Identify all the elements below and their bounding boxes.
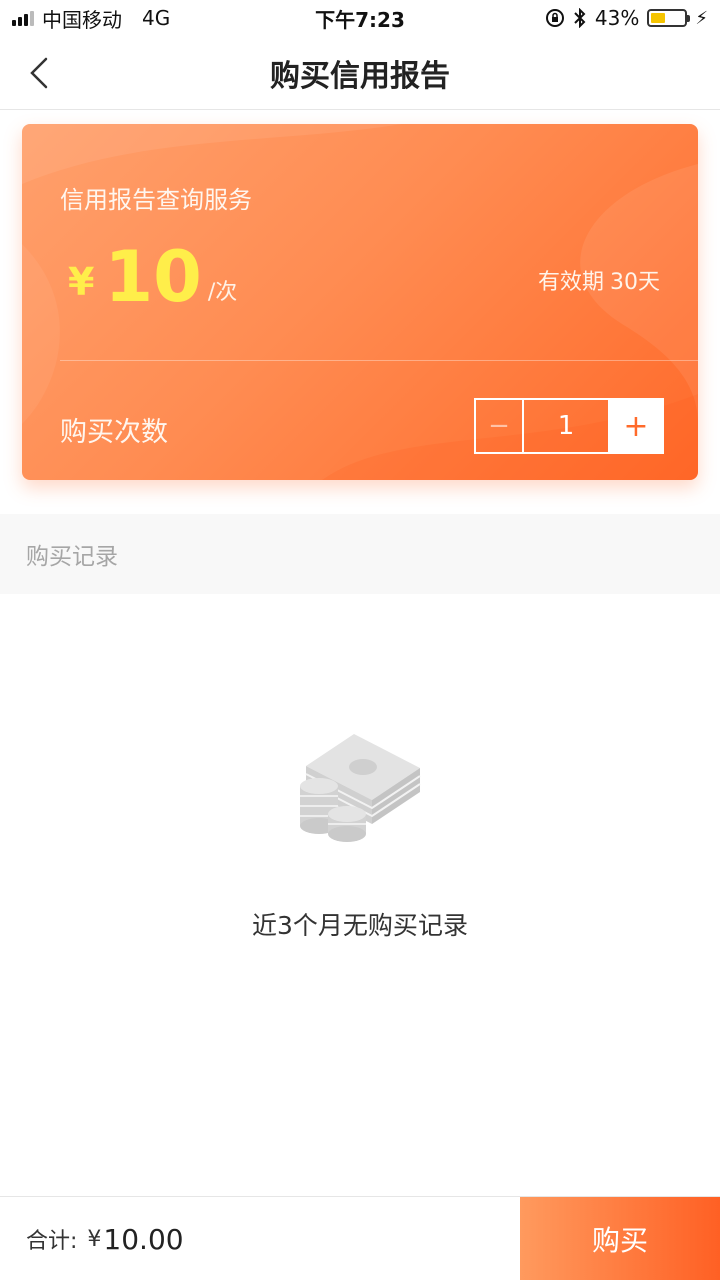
back-button[interactable]	[22, 56, 56, 90]
money-stack-icon	[300, 734, 421, 842]
card-divider	[60, 360, 698, 361]
quantity-label: 购买次数	[60, 417, 168, 448]
status-right: 43% ⚡	[545, 6, 708, 30]
validity-value: 30天	[610, 270, 660, 295]
buy-button[interactable]: 购买	[520, 1197, 720, 1280]
service-title: 信用报告查询服务	[60, 186, 252, 214]
nav-bar: 购买信用报告	[0, 36, 720, 110]
carrier-label: 中国移动	[42, 7, 122, 32]
battery-fill	[651, 13, 666, 23]
decrement-button[interactable]: −	[476, 400, 524, 452]
chevron-left-icon	[30, 57, 48, 89]
total-label: 合计:	[26, 1229, 78, 1254]
network-label: 4G	[142, 6, 171, 30]
bluetooth-icon	[574, 8, 586, 28]
product-card: 信用报告查询服务 ¥ 10 /次 有效期 30天 购买次数 − 1 +	[22, 124, 698, 480]
validity: 有效期 30天	[538, 264, 660, 296]
quantity-value[interactable]: 1	[524, 400, 610, 452]
price-value: 10	[104, 236, 202, 318]
price: ¥ 10 /次	[68, 242, 237, 312]
total-currency: ¥	[87, 1226, 102, 1252]
price-unit: /次	[207, 280, 238, 305]
status-bar: 中国移动 4G 下午7:23 43% ⚡	[0, 0, 720, 36]
quantity-stepper: − 1 +	[474, 398, 664, 454]
status-left: 中国移动 4G	[12, 4, 170, 33]
empty-records-text: 近3个月无购买记录	[252, 911, 468, 940]
bottom-bar: 合计: ¥ 10.00 购买	[0, 1196, 720, 1280]
status-time: 下午7:23	[315, 7, 405, 32]
battery-icon	[647, 9, 691, 27]
increment-button[interactable]: +	[610, 400, 662, 452]
battery-percent: 43%	[594, 6, 640, 30]
signal-icon	[12, 10, 34, 26]
validity-label: 有效期	[537, 270, 604, 295]
records-header: 购买记录	[0, 514, 720, 594]
charging-icon: ⚡	[695, 7, 708, 29]
total-amount: 10.00	[103, 1222, 184, 1256]
rotation-lock-icon	[545, 9, 564, 27]
price-currency: ¥	[68, 260, 95, 304]
total: 合计: ¥ 10.00	[26, 1197, 184, 1280]
page-title: 购买信用报告	[270, 58, 450, 94]
